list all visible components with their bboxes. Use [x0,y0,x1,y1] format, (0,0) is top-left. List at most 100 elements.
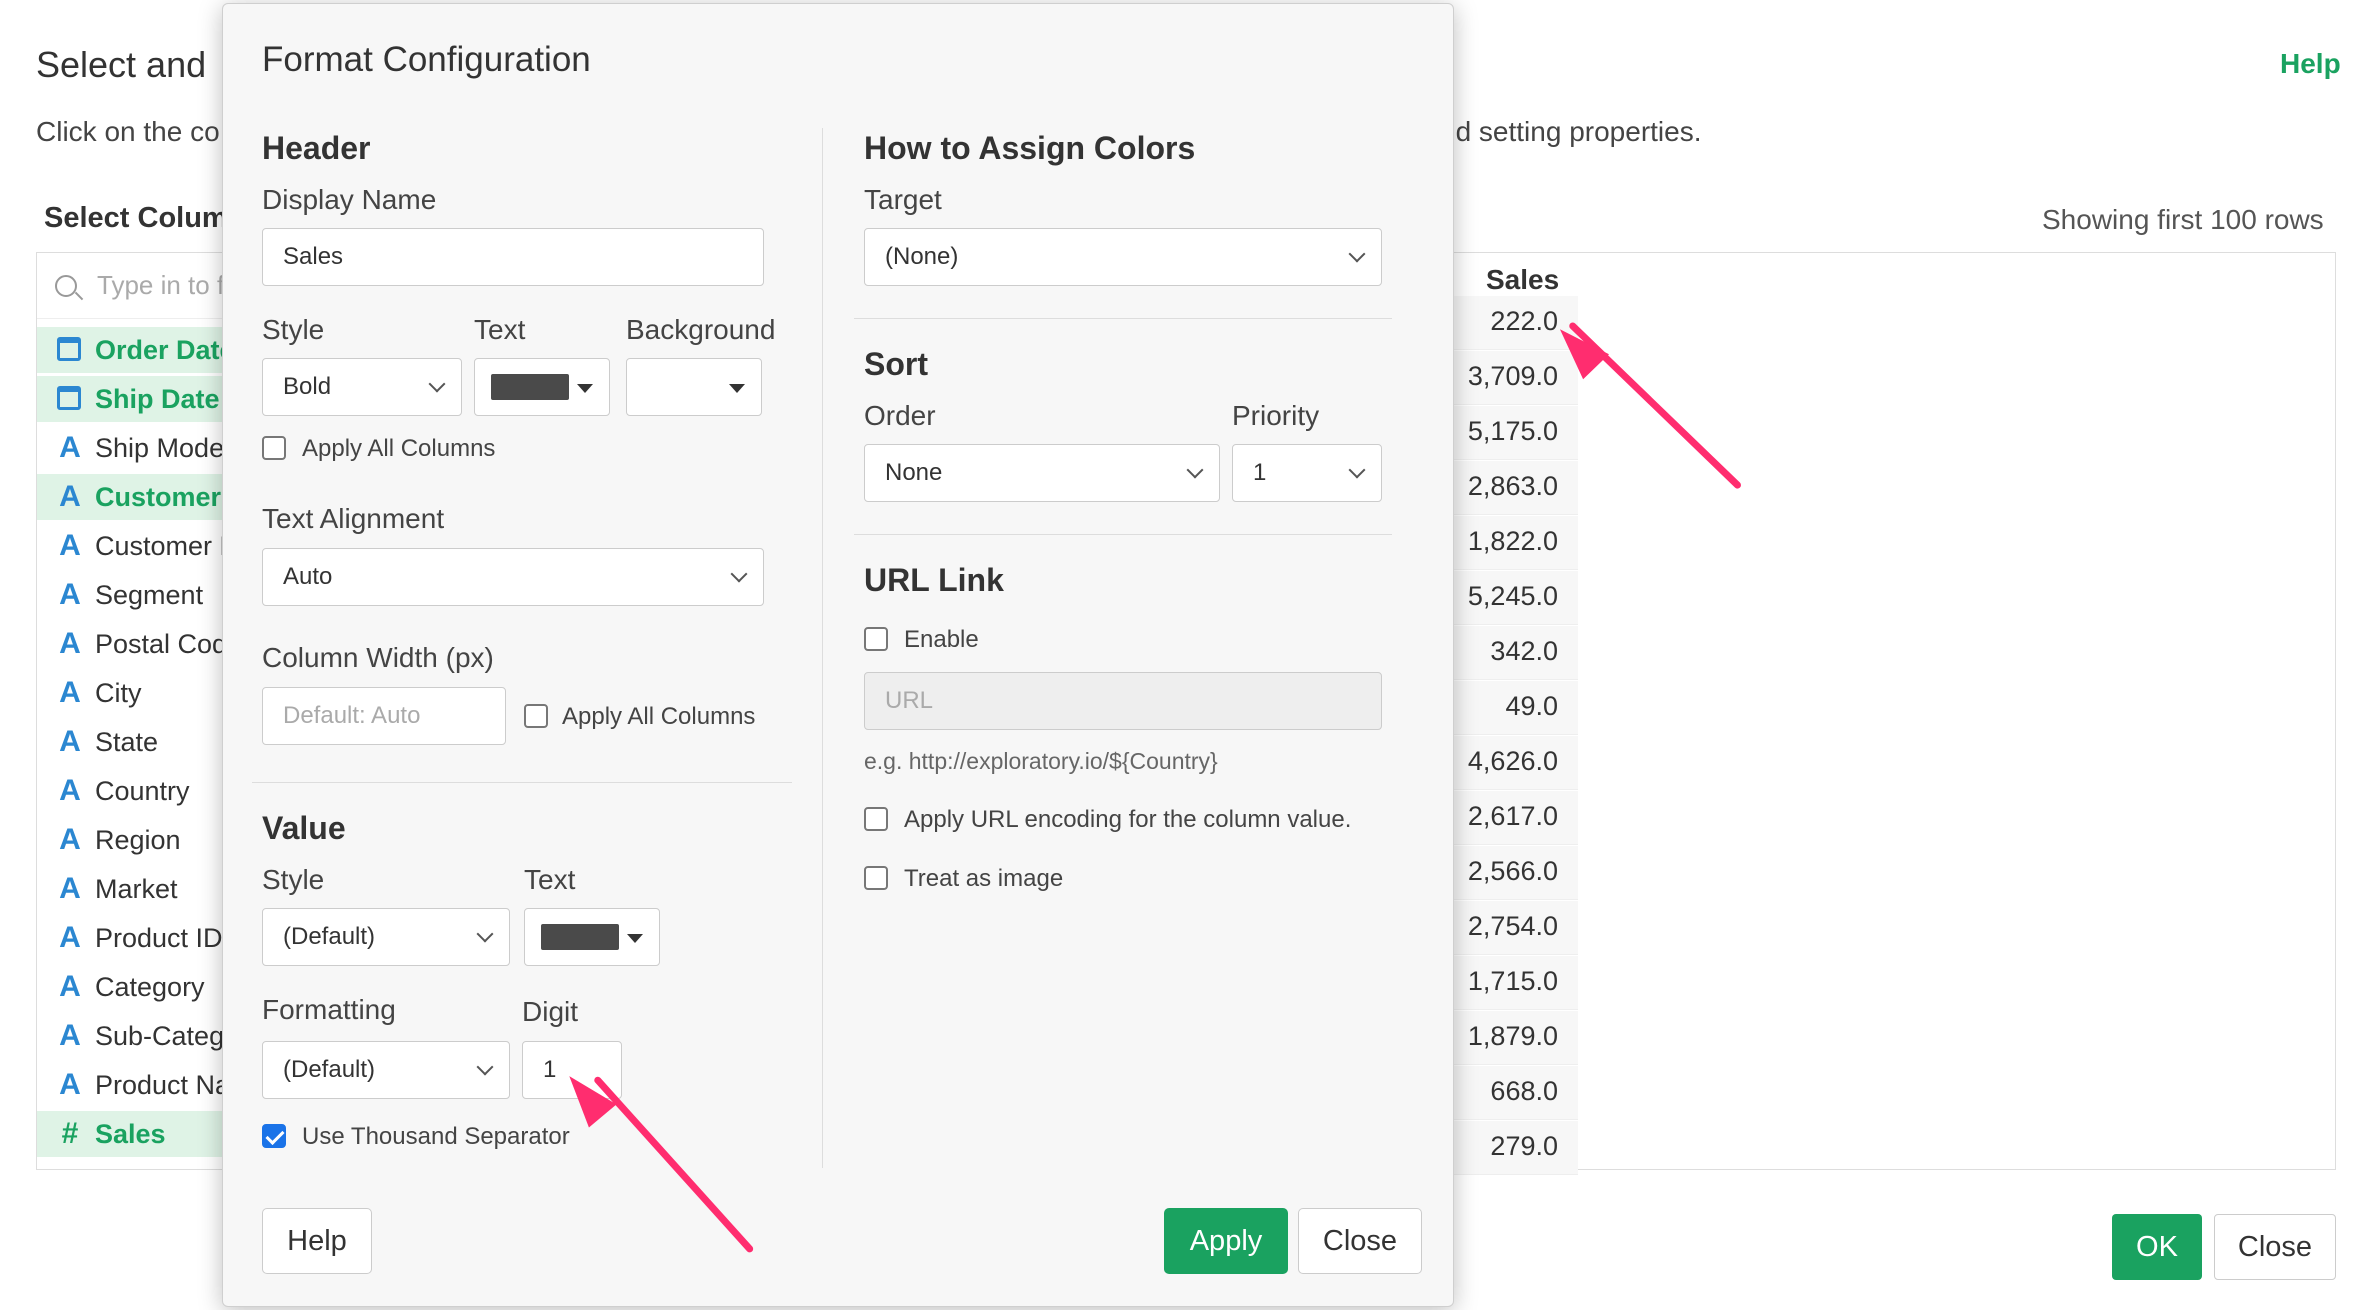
text-type-icon: A [59,676,81,709]
thousand-separator-label: Use Thousand Separator [302,1123,570,1150]
showing-rows-label: Showing first 100 rows [2042,204,2324,235]
column-list-item-label: Ship Date [95,384,220,414]
text-alignment-select[interactable]: Auto [262,548,764,606]
page-description: Click on the co [36,116,220,147]
ok-button[interactable]: OK [2112,1214,2202,1280]
column-divider [822,128,823,1168]
sort-order-value: None [885,459,943,486]
table-cell: 2,863.0 [1440,461,1578,515]
url-encoding-label: Apply URL encoding for the column value. [904,806,1352,833]
header-style-label: Style [262,314,325,345]
text-type-icon: A [59,774,81,807]
text-type-icon: A [59,1019,81,1052]
treat-as-image-label: Treat as image [904,865,1064,892]
url-input[interactable]: URL [864,672,1382,730]
column-list-item-label: Country [95,776,190,806]
column-list-item-label: Customer [95,482,222,512]
column-width-apply-all-label: Apply All Columns [562,703,756,730]
column-list-item-label: Product ID [95,923,223,953]
chevron-down-icon [428,375,446,393]
sort-priority-select[interactable]: 1 [1232,444,1382,502]
header-style-select[interactable]: Bold [262,358,462,416]
text-type-icon: A [59,529,81,562]
value-style-value: (Default) [283,923,376,950]
color-swatch [491,374,569,400]
header-text-color-picker[interactable] [474,358,610,416]
table-cell: 5,175.0 [1440,406,1578,460]
value-text-label: Text [524,864,576,895]
column-list-item-label: Postal Cod [95,629,228,659]
formatting-label: Formatting [262,994,396,1025]
help-link[interactable]: Help [2280,48,2341,80]
number-type-icon: # [61,1117,79,1150]
chevron-down-icon [730,565,748,583]
enable-url-label: Enable [904,626,979,653]
column-list-item-label: Sales [95,1119,166,1149]
text-type-icon: A [59,823,81,856]
column-list-item-label: State [95,727,159,757]
column-list-item-label: Ship Mode [95,433,225,463]
select-columns-heading: Select Colum [44,202,228,234]
column-width-apply-all-checkbox[interactable] [524,704,548,728]
caret-down-icon [577,384,593,393]
url-encoding-checkbox[interactable] [864,807,888,831]
dialog-help-button[interactable]: Help [262,1208,372,1274]
chevron-down-icon [1186,461,1204,479]
value-text-color-picker[interactable] [524,908,660,966]
calendar-icon [57,386,81,410]
target-select[interactable]: (None) [864,228,1382,286]
formatting-select[interactable]: (Default) [262,1041,510,1099]
chevron-down-icon [476,1058,494,1076]
sort-priority-label: Priority [1232,400,1320,431]
caret-down-icon [729,384,745,393]
dialog-close-button[interactable]: Close [1298,1208,1422,1274]
table-cell: 5,245.0 [1440,571,1578,625]
text-type-icon: A [59,480,81,513]
value-style-select[interactable]: (Default) [262,908,510,966]
text-type-icon: A [59,921,81,954]
column-list-item-label: Order Date [95,335,235,365]
sort-order-label: Order [864,400,936,431]
table-header-sales[interactable]: Sales [1486,264,1559,296]
enable-url-checkbox[interactable] [864,627,888,651]
text-alignment-value: Auto [283,563,333,590]
header-background-label: Background [626,314,776,345]
color-swatch [541,924,619,950]
column-list-item-label: Region [95,825,181,855]
target-value: (None) [885,243,959,270]
treat-as-image-checkbox[interactable] [864,866,888,890]
table-cell: 2,566.0 [1440,846,1578,900]
close-button[interactable]: Close [2214,1214,2336,1280]
table-cell: 4,626.0 [1440,736,1578,790]
table-cell: 2,754.0 [1440,901,1578,955]
display-name-input[interactable]: Sales [262,228,764,286]
formatting-value: (Default) [283,1056,376,1083]
column-width-input[interactable]: Default: Auto [262,687,506,745]
target-label: Target [864,184,942,215]
column-width-label: Column Width (px) [262,642,494,673]
search-icon [55,275,77,297]
column-list-item-label: Category [95,972,205,1002]
url-example-hint: e.g. http://exploratory.io/${Country} [864,748,1218,774]
digit-label: Digit [522,996,579,1027]
page-description-tail: nd setting properties. [1440,116,1702,147]
apply-button[interactable]: Apply [1164,1208,1288,1274]
divider [854,318,1392,319]
chevron-down-icon [1348,245,1366,263]
chevron-down-icon [476,925,494,943]
column-list-item-label: Market [95,874,178,904]
table-cell: 1,879.0 [1440,1011,1578,1065]
text-type-icon: A [59,578,81,611]
table-cell: 279.0 [1440,1121,1578,1175]
thousand-separator-checkbox[interactable] [262,1124,286,1148]
apply-all-columns-label: Apply All Columns [302,435,496,462]
sort-section-title: Sort [864,346,928,382]
sort-order-select[interactable]: None [864,444,1220,502]
table-cell: 342.0 [1440,626,1578,680]
table-cell: 1,715.0 [1440,956,1578,1010]
value-style-label: Style [262,864,325,895]
divider [252,782,792,783]
table-cell: 668.0 [1440,1066,1578,1120]
apply-all-columns-checkbox[interactable] [262,436,286,460]
header-background-color-picker[interactable] [626,358,762,416]
